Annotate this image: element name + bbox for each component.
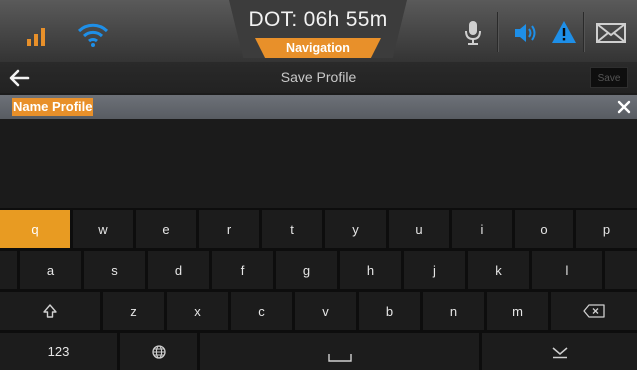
save-button[interactable]: Save bbox=[590, 67, 628, 88]
backspace-icon bbox=[583, 304, 605, 318]
key-e[interactable]: e bbox=[136, 210, 196, 248]
divider bbox=[583, 12, 584, 52]
key-x[interactable]: x bbox=[167, 292, 228, 330]
speaker-icon[interactable] bbox=[513, 22, 539, 44]
microphone-icon[interactable] bbox=[464, 20, 482, 46]
key-r[interactable]: r bbox=[199, 210, 259, 248]
key-g[interactable]: g bbox=[276, 251, 337, 289]
key-z[interactable]: z bbox=[103, 292, 164, 330]
key-t[interactable]: t bbox=[262, 210, 322, 248]
space-icon bbox=[327, 354, 352, 362]
signal-icon bbox=[27, 28, 45, 46]
divider bbox=[497, 12, 498, 52]
key-c[interactable]: c bbox=[231, 292, 292, 330]
key-k[interactable]: k bbox=[468, 251, 529, 289]
key-o[interactable]: o bbox=[515, 210, 573, 248]
wifi-icon bbox=[77, 23, 109, 47]
profile-name-field[interactable]: Name Profile bbox=[0, 95, 637, 119]
dot-timer: DOT: 06h 55m bbox=[248, 8, 388, 31]
key-y[interactable]: y bbox=[325, 210, 386, 248]
globe-icon bbox=[151, 344, 166, 359]
page-title: Save Profile bbox=[280, 69, 357, 85]
key-m[interactable]: m bbox=[487, 292, 548, 330]
mail-icon[interactable] bbox=[596, 23, 626, 43]
key-f[interactable]: f bbox=[212, 251, 273, 289]
key-w[interactable]: w bbox=[73, 210, 133, 248]
key-n[interactable]: n bbox=[423, 292, 484, 330]
language-key[interactable] bbox=[120, 333, 197, 370]
space-key[interactable] bbox=[200, 333, 479, 370]
content-area bbox=[0, 119, 637, 208]
key-v[interactable]: v bbox=[295, 292, 356, 330]
hide-keyboard-key[interactable] bbox=[482, 333, 637, 370]
backspace-key[interactable] bbox=[551, 292, 637, 330]
key-j[interactable]: j bbox=[404, 251, 465, 289]
status-bar: DOT: 06h 55m Navigation bbox=[0, 0, 637, 62]
key-l[interactable]: l bbox=[532, 251, 602, 289]
key-b[interactable]: b bbox=[359, 292, 420, 330]
key-s[interactable]: s bbox=[84, 251, 145, 289]
shift-key[interactable] bbox=[0, 292, 100, 330]
clear-icon[interactable] bbox=[616, 99, 632, 115]
key-q[interactable]: q bbox=[0, 210, 70, 248]
alert-icon[interactable] bbox=[551, 20, 577, 44]
key-d[interactable]: d bbox=[148, 251, 209, 289]
key-u[interactable]: u bbox=[389, 210, 449, 248]
profile-name-input[interactable]: Name Profile bbox=[12, 98, 94, 116]
on-screen-keyboard: q w e r t y u i o p a s d f g h j k l z … bbox=[0, 208, 637, 370]
key-spacer bbox=[605, 251, 637, 289]
numbers-key[interactable]: 123 bbox=[0, 333, 117, 370]
key-a[interactable]: a bbox=[20, 251, 81, 289]
title-bar: Save Profile Save bbox=[0, 62, 637, 93]
key-h[interactable]: h bbox=[340, 251, 401, 289]
key-i[interactable]: i bbox=[452, 210, 512, 248]
shift-icon bbox=[43, 304, 57, 318]
chevron-down-icon bbox=[552, 346, 567, 358]
tab-navigation[interactable]: Navigation bbox=[255, 38, 381, 58]
key-p[interactable]: p bbox=[576, 210, 637, 248]
key-spacer bbox=[0, 251, 17, 289]
